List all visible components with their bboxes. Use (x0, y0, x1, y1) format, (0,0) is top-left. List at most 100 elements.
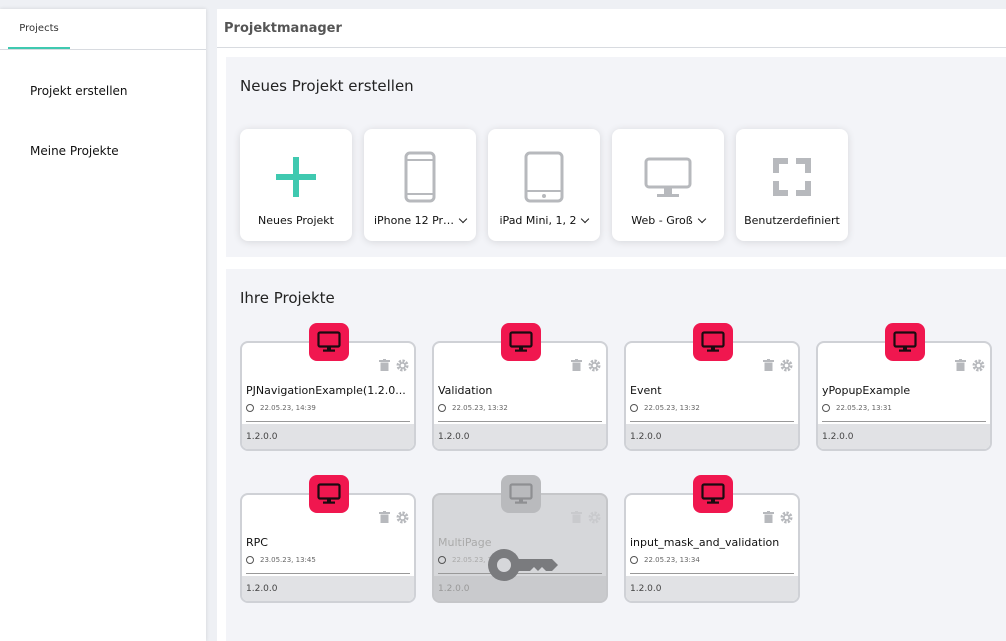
project-name: PJNavigationExample(1.2.0... (246, 384, 406, 397)
clock-icon (822, 404, 830, 412)
sidebar-tabs: Projects (0, 9, 206, 50)
trash-icon[interactable] (763, 511, 774, 523)
monitor-icon (701, 483, 725, 504)
trash-icon[interactable] (571, 511, 582, 523)
clock-icon (246, 404, 254, 412)
gear-icon[interactable] (396, 359, 409, 372)
template-label: Benutzerdefiniert (744, 214, 840, 227)
project-version: 1.2.0.0 (242, 424, 414, 449)
project-version: 1.2.0.0 (626, 576, 798, 601)
project-name: input_mask_and_validation (630, 536, 780, 549)
monitor-icon (509, 483, 533, 504)
plus-icon (240, 151, 352, 203)
project-date: 23.05.23, 13:45 (246, 556, 316, 564)
project-date: 22.05.23, 13:34 (630, 556, 700, 564)
template-label: Neues Projekt (258, 214, 334, 227)
template-label-wrap: iPad Mini, 1, 2 (488, 214, 600, 227)
project-version: 1.2.0.0 (818, 424, 990, 449)
device-badge (501, 323, 541, 361)
divider (630, 421, 794, 422)
template-label: iPad Mini, 1, 2 (499, 214, 577, 227)
monitor-icon (317, 331, 341, 352)
new-project-heading: Neues Projekt erstellen (240, 77, 414, 95)
device-badge (693, 475, 733, 513)
tab-projects[interactable]: Projects (8, 9, 70, 49)
clock-icon (438, 404, 446, 412)
trash-icon[interactable] (955, 359, 966, 371)
card-actions (571, 359, 601, 372)
divider (246, 573, 410, 574)
divider (822, 421, 986, 422)
gear-icon[interactable] (780, 359, 793, 372)
card-actions (571, 511, 601, 524)
template-custom[interactable]: Benutzerdefiniert (736, 129, 848, 241)
project-date-text: 22.05.23, 13:31 (836, 404, 892, 412)
sidebar-item-create-project[interactable]: Projekt erstellen (30, 84, 128, 98)
card-actions (763, 511, 793, 524)
monitor-icon (317, 483, 341, 504)
project-version: 1.2.0.0 (434, 424, 606, 449)
tablet-icon (488, 151, 600, 203)
clock-icon (630, 404, 638, 412)
custom-size-icon (736, 151, 848, 203)
project-date-text: 22.05.23, 14:39 (260, 404, 316, 412)
device-badge (309, 323, 349, 361)
device-badge (309, 475, 349, 513)
phone-icon (364, 151, 476, 203)
project-date: 22.05.23, 13:32 (630, 404, 700, 412)
chevron-down-icon[interactable] (581, 214, 590, 224)
card-actions (379, 359, 409, 372)
clock-icon (438, 556, 446, 564)
chevron-down-icon[interactable] (697, 214, 706, 224)
project-date: 22.05.23, 13:32 (438, 404, 508, 412)
project-version: 1.2.0.0 (242, 576, 414, 601)
clock-icon (246, 556, 254, 564)
projects-heading: Ihre Projekte (240, 289, 335, 307)
project-date-text: 22.05.23, 13:32 (644, 404, 700, 412)
project-date: 22.05.23, 13:31 (822, 404, 892, 412)
project-date-text: 22.05.23, 13:34 (644, 556, 700, 564)
template-label: Web - Groß (631, 214, 693, 227)
template-iphone[interactable]: iPhone 12 Pr… (364, 129, 476, 241)
template-new-project[interactable]: Neues Projekt (240, 129, 352, 241)
gear-icon[interactable] (780, 511, 793, 524)
divider (438, 421, 602, 422)
template-label-wrap: Web - Groß (612, 214, 724, 227)
template-label-wrap: iPhone 12 Pr… (364, 214, 476, 227)
trash-icon[interactable] (763, 359, 774, 371)
gear-icon[interactable] (588, 359, 601, 372)
project-date-text: 22.05.23, 13:32 (452, 404, 508, 412)
monitor-icon (509, 331, 533, 352)
card-actions (955, 359, 985, 372)
gear-icon[interactable] (588, 511, 601, 524)
trash-icon[interactable] (379, 511, 390, 523)
project-date: 22.05.23, 14:39 (246, 404, 316, 412)
device-badge (693, 323, 733, 361)
device-badge (885, 323, 925, 361)
gear-icon[interactable] (396, 511, 409, 524)
project-date-text: 23.05.23, 13:45 (260, 556, 316, 564)
gear-icon[interactable] (972, 359, 985, 372)
new-project-panel: Neues Projekt erstellen Neues Projekt iP… (226, 57, 1006, 257)
page-title: Projektmanager (217, 9, 1006, 48)
divider (246, 421, 410, 422)
project-version: 1.2.0.0 (626, 424, 798, 449)
card-actions (379, 511, 409, 524)
template-web-large[interactable]: Web - Groß (612, 129, 724, 241)
monitor-icon (893, 331, 917, 352)
chevron-down-icon[interactable] (458, 214, 468, 224)
monitor-icon (612, 151, 724, 203)
card-actions (763, 359, 793, 372)
trash-icon[interactable] (571, 359, 582, 371)
divider (630, 573, 794, 574)
template-ipad[interactable]: iPad Mini, 1, 2 (488, 129, 600, 241)
trash-icon[interactable] (379, 359, 390, 371)
sidebar-item-my-projects[interactable]: Meine Projekte (30, 144, 119, 158)
project-name: RPC (246, 536, 268, 549)
sidebar: Projects Projekt erstellen Meine Projekt… (0, 9, 206, 641)
project-name: yPopupExample (822, 384, 911, 397)
project-name: Validation (438, 384, 493, 397)
key-icon (488, 549, 558, 581)
device-badge (501, 475, 541, 513)
project-name: Event (630, 384, 662, 397)
